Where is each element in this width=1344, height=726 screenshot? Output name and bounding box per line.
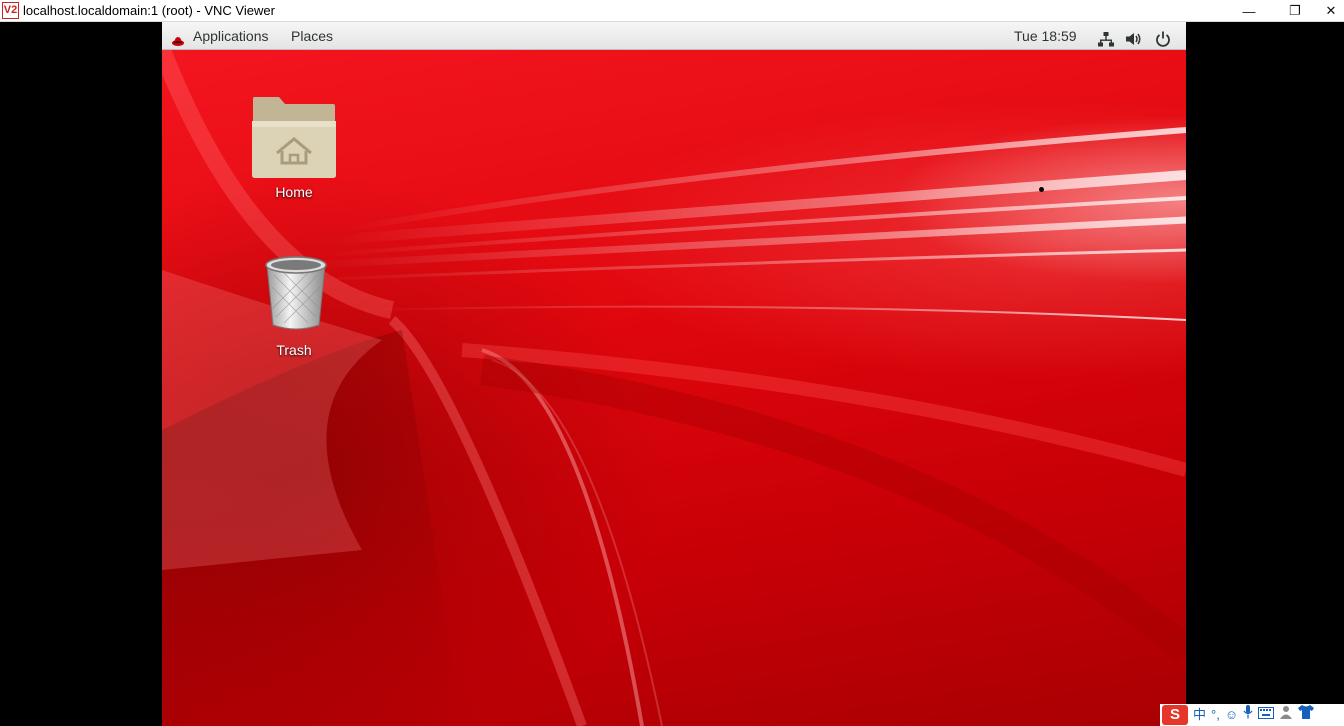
gnome-top-panel: Applications Places Tue 18:59	[162, 22, 1186, 50]
desktop-icon-trash[interactable]: Trash	[234, 253, 354, 383]
mouse-cursor	[1039, 187, 1044, 192]
trash-icon	[265, 256, 327, 330]
emoji-icon[interactable]: ☺	[1225, 704, 1238, 726]
punctuation-toggle[interactable]: °,	[1211, 704, 1220, 726]
sogou-ime-icon[interactable]: S	[1162, 705, 1188, 725]
desktop-icon-label: Trash	[276, 342, 312, 358]
keyboard-icon[interactable]	[1258, 704, 1275, 726]
restore-icon: ❐	[1289, 3, 1301, 18]
minimize-button[interactable]: —	[1229, 0, 1269, 22]
skin-shirt-icon[interactable]	[1298, 704, 1315, 726]
home-folder-icon	[252, 97, 336, 178]
redhat-logo-icon[interactable]	[171, 29, 185, 46]
volume-icon[interactable]	[1125, 28, 1143, 45]
window-title: localhost.localdomain:1 (root) - VNC Vie…	[23, 3, 275, 18]
user-icon[interactable]	[1279, 704, 1293, 726]
desktop-icon-label: Home	[275, 184, 313, 200]
places-menu[interactable]: Places	[291, 22, 333, 50]
close-icon: ✕	[1325, 3, 1337, 18]
maximize-button[interactable]: ❐	[1275, 0, 1315, 22]
microphone-icon[interactable]	[1243, 704, 1253, 726]
applications-menu[interactable]: Applications	[193, 22, 269, 50]
power-icon[interactable]	[1155, 28, 1171, 47]
desktop-wallpaper[interactable]: Home Trash	[162, 50, 1186, 726]
close-button[interactable]: ✕	[1318, 0, 1344, 22]
chinese-mode-toggle[interactable]: 中	[1193, 704, 1206, 726]
input-method-tray: S 中 °, ☺	[1160, 704, 1344, 726]
remote-desktop-viewport[interactable]: Applications Places Tue 18:59 Home Trash	[162, 22, 1186, 726]
vnc-app-icon[interactable]: V2	[2, 2, 19, 19]
minimize-icon: —	[1242, 3, 1256, 19]
vnc-window-titlebar[interactable]: V2 localhost.localdomain:1 (root) - VNC …	[0, 0, 1344, 22]
network-icon[interactable]	[1098, 28, 1114, 47]
desktop-icon-home[interactable]: Home	[234, 95, 354, 230]
clock[interactable]: Tue 18:59	[1014, 22, 1077, 50]
